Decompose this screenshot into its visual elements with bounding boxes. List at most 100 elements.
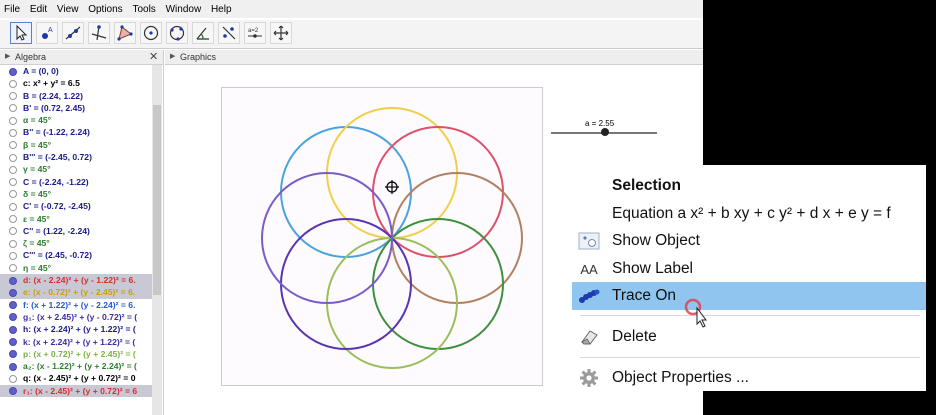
menu-edit[interactable]: Edit [26, 0, 50, 15]
algebra-row[interactable]: h: (x + 2.24)² + (y + 1.22)² = ( [0, 323, 152, 335]
circle-three-points-tool[interactable] [166, 22, 188, 44]
algebra-row[interactable]: C = (-2.24, -1.22) [0, 176, 152, 188]
menu-item-equation[interactable]: Equation a x² + b xy + c y² + d x + e y … [572, 200, 926, 228]
visibility-toggle[interactable] [9, 338, 17, 347]
reflect-tool[interactable] [218, 22, 240, 44]
visibility-toggle[interactable] [9, 128, 17, 137]
point-tool[interactable]: A [36, 22, 58, 44]
algebra-row-text: β = 45° [23, 139, 52, 150]
visibility-toggle[interactable] [9, 362, 17, 371]
menu-tools[interactable]: Tools [128, 0, 158, 15]
algebra-row-text: B = (2.24, 1.22) [23, 90, 83, 101]
arrow-icon [16, 24, 28, 41]
visibility-toggle[interactable] [9, 104, 17, 113]
algebra-row[interactable]: γ = 45° [0, 163, 152, 175]
move-graphics-view-tool[interactable] [270, 22, 292, 44]
visibility-toggle[interactable] [9, 251, 17, 260]
visibility-toggle[interactable] [9, 374, 17, 383]
move-tool[interactable] [10, 22, 32, 44]
algebra-row[interactable]: C'' = (1.22, -2.24) [0, 225, 152, 237]
algebra-row[interactable]: c: x² + y² = 6.5 [0, 77, 152, 89]
visibility-toggle[interactable] [9, 350, 17, 359]
algebra-title: Algebra [15, 52, 47, 62]
algebra-row[interactable]: A = (0, 0) [0, 65, 152, 77]
angle-tool[interactable] [192, 22, 214, 44]
algebra-row[interactable]: q: (x - 2.45)² + (y + 0.72)² = 0 [0, 372, 152, 384]
algebra-row[interactable]: d: (x - 2.24)² + (y - 1.22)² = 6. [0, 274, 152, 287]
line-icon [65, 26, 81, 40]
visibility-toggle[interactable] [9, 264, 17, 273]
slider-tool[interactable]: a=2 [244, 22, 266, 44]
slider-knob[interactable] [601, 128, 610, 136]
perpendicular-line-tool[interactable] [88, 22, 110, 44]
visibility-toggle[interactable] [9, 276, 17, 285]
circle-violet[interactable] [261, 172, 393, 304]
menu-item-delete[interactable]: Delete [572, 323, 926, 351]
visibility-toggle[interactable] [9, 116, 17, 125]
algebra-scrollbar[interactable] [152, 65, 162, 415]
algebra-row-text: C''' = (2.45, -0.72) [23, 250, 92, 261]
algebra-row[interactable]: g₁: (x + 2.45)² + (y - 0.72)² = ( [0, 311, 152, 323]
menu-item-show-label[interactable]: AA Show Label [572, 255, 926, 283]
visibility-toggle[interactable] [9, 153, 17, 162]
algebra-row[interactable]: B'' = (-1.22, 2.24) [0, 126, 152, 138]
algebra-row[interactable]: k: (x + 2.24)² + (y + 1.22)² = ( [0, 336, 152, 348]
collapse-arrow-icon[interactable]: ▶ [5, 52, 10, 60]
algebra-row[interactable]: B''' = (-2.45, 0.72) [0, 151, 152, 163]
visibility-toggle[interactable] [9, 92, 17, 101]
algebra-row[interactable]: η = 45° [0, 262, 152, 274]
algebra-row[interactable]: δ = 45° [0, 188, 152, 200]
graphics-title: Graphics [180, 52, 217, 62]
visibility-toggle[interactable] [9, 141, 17, 150]
visibility-toggle[interactable] [9, 178, 17, 187]
visibility-toggle[interactable] [9, 227, 17, 236]
visibility-toggle[interactable] [9, 165, 17, 174]
menu-item-show-object[interactable]: Show Object [572, 227, 926, 255]
algebra-row-text: δ = 45° [23, 188, 52, 199]
algebra-row[interactable]: C' = (-0.72, -2.45) [0, 200, 152, 212]
show-label-icon: AA [580, 261, 598, 277]
algebra-row[interactable]: p: (x + 0.72)² + (y + 2.45)² = ( [0, 348, 152, 360]
algebra-row-text: C'' = (1.22, -2.24) [23, 225, 90, 236]
eraser-icon [577, 327, 601, 347]
visibility-toggle[interactable] [9, 288, 17, 297]
visibility-toggle[interactable] [9, 325, 17, 334]
visibility-toggle[interactable] [9, 190, 17, 199]
slider-a[interactable]: a = 2.55 [550, 116, 660, 140]
algebra-row[interactable]: B = (2.24, 1.22) [0, 90, 152, 102]
menu-item-trace-on[interactable]: Trace On [572, 282, 926, 310]
circle-tool[interactable] [140, 22, 162, 44]
line-tool[interactable] [62, 22, 84, 44]
algebra-row[interactable]: r₁: (x - 2.45)² + (y + 0.72)² = 6 [0, 384, 152, 398]
menu-help[interactable]: Help [207, 0, 235, 15]
menu-view[interactable]: View [53, 0, 82, 15]
menu-window[interactable]: Window [162, 0, 205, 15]
algebra-row[interactable]: α = 45° [0, 114, 152, 126]
algebra-row[interactable]: f: (x + 1.22)² + (y - 2.24)² = 6. [0, 299, 152, 311]
polygon-icon [117, 25, 133, 41]
visibility-toggle[interactable] [9, 202, 17, 211]
visibility-toggle[interactable] [9, 215, 17, 224]
algebra-row[interactable]: β = 45° [0, 139, 152, 151]
close-icon[interactable]: ✕ [149, 50, 158, 63]
algebra-row[interactable]: C''' = (2.45, -0.72) [0, 249, 152, 261]
visibility-toggle[interactable] [9, 79, 17, 88]
svg-text:A: A [48, 27, 53, 34]
visibility-toggle[interactable] [9, 387, 17, 396]
visibility-toggle[interactable] [9, 313, 17, 322]
algebra-row[interactable]: a₂: (x - 1.22)² + (y + 2.24)² = ( [0, 360, 152, 372]
polygon-tool[interactable] [114, 22, 136, 44]
menu-options[interactable]: Options [84, 0, 125, 15]
visibility-toggle[interactable] [9, 301, 17, 310]
menu-item-object-properties[interactable]: Object Properties ... [572, 364, 926, 391]
graphics-canvas[interactable] [221, 87, 543, 386]
collapse-arrow-icon[interactable]: ▶ [170, 52, 175, 60]
algebra-row[interactable]: ε = 45° [0, 213, 152, 225]
menu-file[interactable]: File [0, 0, 23, 15]
scrollbar-thumb[interactable] [153, 105, 161, 295]
algebra-row[interactable]: ζ = 45° [0, 237, 152, 249]
algebra-row[interactable]: e: (x - 0.72)² + (y - 2.45)² = 6. [0, 286, 152, 299]
algebra-row[interactable]: B' = (0.72, 2.45) [0, 102, 152, 114]
visibility-toggle[interactable] [9, 67, 17, 76]
visibility-toggle[interactable] [9, 239, 17, 248]
